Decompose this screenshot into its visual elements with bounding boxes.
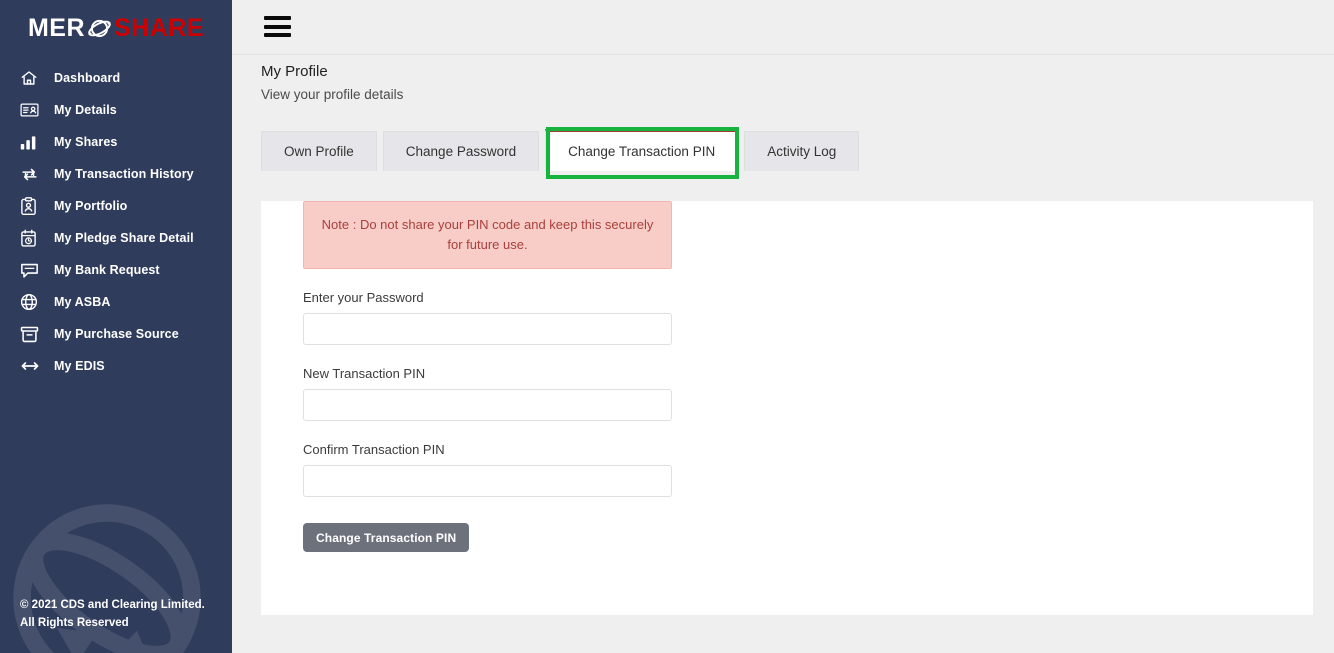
tab-panel-change-transaction-pin: Note : Do not share your PIN code and ke… (261, 200, 1313, 615)
sidebar-item-my-bank-request[interactable]: My Bank Request (0, 254, 232, 286)
tab-change-transaction-pin[interactable]: Change Transaction PIN (545, 128, 739, 171)
password-field-group: Enter your Password (303, 290, 672, 346)
sidebar-footer: © 2021 CDS and Clearing Limited. All Rig… (20, 597, 205, 633)
app-root: MER SHARE Dashboard My Details My Shares… (0, 0, 1334, 653)
confirm-pin-field-label: Confirm Transaction PIN (303, 442, 445, 458)
sidebar-item-my-pledge-share-detail[interactable]: My Pledge Share Detail (0, 222, 232, 254)
bar-chart-icon (20, 132, 42, 152)
copyright-line-1: © 2021 CDS and Clearing Limited. (20, 599, 205, 612)
sidebar-item-label: My Shares (54, 135, 118, 149)
page-head: My Profile View your profile details (232, 55, 1334, 102)
copyright-line-2: All Rights Reserved (20, 617, 129, 630)
tab-own-profile[interactable]: Own Profile (261, 130, 377, 171)
brand-logo[interactable]: MER SHARE (0, 0, 232, 56)
new-pin-field-label: New Transaction PIN (303, 366, 426, 382)
left-right-arrow-icon (20, 356, 42, 376)
sidebar-item-my-asba[interactable]: My ASBA (0, 286, 232, 318)
id-card-icon (20, 100, 42, 120)
password-input[interactable] (303, 313, 672, 346)
home-icon (20, 68, 42, 88)
sidebar-item-label: My Pledge Share Detail (54, 231, 194, 245)
globe-icon (20, 292, 42, 312)
comment-icon (20, 260, 42, 280)
sidebar-item-my-details[interactable]: My Details (0, 94, 232, 126)
pin-security-note: Note : Do not share your PIN code and ke… (303, 200, 672, 270)
tab-activity-log[interactable]: Activity Log (744, 130, 860, 171)
sidebar-item-my-shares[interactable]: My Shares (0, 126, 232, 158)
confirm-pin-field-group: Confirm Transaction PIN (303, 442, 672, 498)
top-header: MERO SHARE PROFILE (232, 0, 1334, 55)
new-pin-field-group: New Transaction PIN (303, 366, 672, 422)
change-transaction-pin-button[interactable]: Change Transaction PIN (303, 523, 470, 553)
sidebar-nav: Dashboard My Details My Shares My Transa… (0, 62, 232, 382)
sidebar-item-label: My EDIS (54, 359, 105, 373)
password-field-label: Enter your Password (303, 290, 424, 306)
sidebar-item-label: Dashboard (54, 71, 121, 85)
calendar-clock-icon (20, 228, 42, 248)
sidebar-item-label: My Details (54, 103, 117, 117)
brand-text-mero: MER (27, 13, 86, 42)
logout-icon[interactable] (1330, 14, 1334, 40)
globe-orbit-icon (88, 19, 111, 37)
sidebar-item-my-transaction-history[interactable]: My Transaction History (0, 158, 232, 190)
brand-text-share: SHARE (114, 13, 205, 42)
sidebar-item-label: My ASBA (54, 295, 111, 309)
new-transaction-pin-input[interactable] (303, 389, 672, 422)
sidebar: MER SHARE Dashboard My Details My Shares… (0, 0, 232, 653)
page-title: My Profile (261, 63, 328, 80)
hamburger-icon[interactable] (264, 16, 291, 37)
page-subtitle: View your profile details (261, 86, 404, 102)
clipboard-user-icon (20, 196, 42, 216)
sidebar-item-my-edis[interactable]: My EDIS (0, 350, 232, 382)
sidebar-item-my-purchase-source[interactable]: My Purchase Source (0, 318, 232, 350)
tab-change-password[interactable]: Change Password (382, 130, 540, 171)
sidebar-item-label: My Purchase Source (54, 327, 179, 341)
sidebar-item-my-portfolio[interactable]: My Portfolio (0, 190, 232, 222)
tab-bar: Own Profile Change Password Change Trans… (261, 126, 1334, 179)
archive-box-icon (20, 324, 42, 344)
confirm-transaction-pin-input[interactable] (303, 465, 672, 498)
sidebar-item-label: My Transaction History (54, 167, 194, 181)
sidebar-item-dashboard[interactable]: Dashboard (0, 62, 232, 94)
main-content: My Profile View your profile details Own… (232, 55, 1334, 653)
sidebar-item-label: My Portfolio (54, 199, 128, 213)
exchange-arrows-icon (20, 164, 42, 184)
sidebar-item-label: My Bank Request (54, 263, 160, 277)
